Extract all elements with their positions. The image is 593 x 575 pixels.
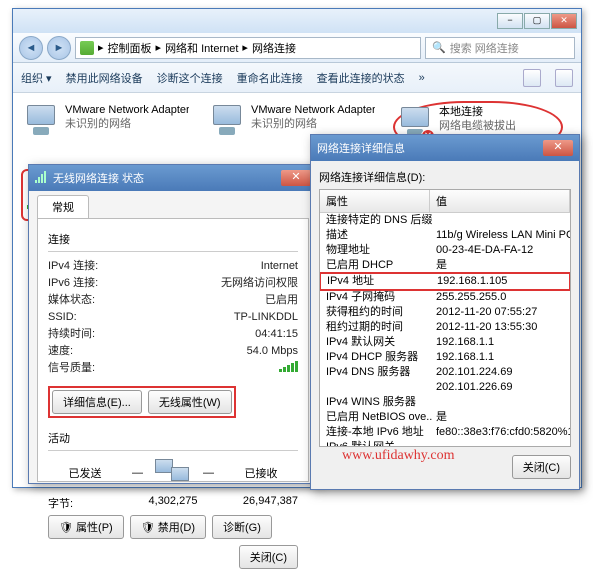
search-input[interactable]: 🔍搜索 网络连接	[425, 37, 575, 59]
disable-button[interactable]: 🛡 禁用(D)	[130, 515, 206, 539]
view-status-button[interactable]: 查看此连接的状态	[317, 70, 405, 86]
list-item[interactable]: IPv6 默认网关	[320, 440, 570, 447]
crumb-network-connections[interactable]: 网络连接	[252, 40, 296, 56]
details-close-button[interactable]: ✕	[543, 140, 573, 156]
list-item[interactable]: IPv4 WINS 服务器	[320, 395, 570, 410]
bytes-recv: 26,947,387	[215, 495, 298, 511]
details-label: 网络连接详细信息(D):	[319, 169, 571, 185]
status-titlebar: 无线网络连接 状态 ✕	[29, 165, 317, 191]
titlebar: − ▢ ✕	[13, 9, 581, 33]
sent-label: 已发送	[48, 465, 122, 481]
status-close-button[interactable]: ✕	[281, 170, 311, 186]
list-item[interactable]: IPv4 DHCP 服务器192.168.1.1	[320, 350, 570, 365]
more-button[interactable]: »	[419, 72, 425, 84]
adapter-vmnet1[interactable]: VMware Network Adapter VMnet1未识别的网络	[21, 101, 191, 153]
crumb-control-panel[interactable]: 控制面板	[108, 40, 152, 56]
search-placeholder: 搜索 网络连接	[450, 40, 519, 56]
crumb-network-internet[interactable]: 网络和 Internet	[165, 40, 238, 56]
connection-details-dialog: 网络连接详细信息 ✕ 网络连接详细信息(D): 属性值 连接特定的 DNS 后缀…	[310, 134, 580, 490]
list-item[interactable]: 连接特定的 DNS 后缀	[320, 213, 570, 228]
diagnose-button[interactable]: 诊断(G)	[212, 515, 272, 539]
diagnose-button[interactable]: 诊断这个连接	[157, 70, 223, 86]
help-icon[interactable]	[555, 69, 573, 87]
details-title: 网络连接详细信息	[317, 140, 405, 156]
breadcrumb[interactable]: ▸控制面板 ▸网络和 Internet ▸网络连接	[75, 37, 421, 59]
list-item[interactable]: 已启用 NetBIOS ove...是	[320, 410, 570, 425]
activity-heading: 活动	[48, 430, 298, 446]
list-item[interactable]: 202.101.226.69	[320, 380, 570, 395]
recv-label: 已接收	[224, 465, 298, 481]
details-titlebar: 网络连接详细信息 ✕	[311, 135, 579, 161]
properties-button[interactable]: 🛡 属性(P)	[48, 515, 124, 539]
navbar: ◄ ► ▸控制面板 ▸网络和 Internet ▸网络连接 🔍搜索 网络连接	[13, 33, 581, 63]
activity-icon	[153, 457, 193, 489]
details-button-row: 详细信息(E)... 无线属性(W)	[48, 386, 236, 418]
tab-general[interactable]: 常规	[37, 195, 89, 218]
toolbar: 组织 ▾ 禁用此网络设备 诊断这个连接 重命名此连接 查看此连接的状态 »	[13, 63, 581, 93]
rename-button[interactable]: 重命名此连接	[237, 70, 303, 86]
list-item[interactable]: 物理地址00-23-4E-DA-FA-12	[320, 243, 570, 258]
list-item[interactable]: 租约过期的时间2012-11-20 13:55:30	[320, 320, 570, 335]
status-close-btn[interactable]: 关闭(C)	[239, 545, 298, 569]
signal-bars-icon	[279, 360, 298, 372]
minimize-button[interactable]: −	[497, 13, 523, 29]
list-item[interactable]: IPv4 DNS 服务器202.101.224.69	[320, 365, 570, 380]
col-property[interactable]: 属性	[320, 190, 430, 212]
connection-heading: 连接	[48, 231, 298, 247]
status-title: 无线网络连接 状态	[53, 170, 144, 186]
list-item[interactable]: IPv4 子网掩码255.255.255.0	[320, 290, 570, 305]
bytes-label: 字节:	[48, 495, 131, 511]
control-panel-icon	[80, 41, 94, 55]
details-button[interactable]: 详细信息(E)...	[52, 390, 142, 414]
disable-device-button[interactable]: 禁用此网络设备	[66, 70, 143, 86]
bytes-sent: 4,302,275	[131, 495, 214, 511]
list-item[interactable]: 已启用 DHCP是	[320, 258, 570, 273]
close-button[interactable]: ✕	[551, 13, 577, 29]
list-item[interactable]: IPv4 地址192.168.1.105	[319, 272, 571, 291]
list-item[interactable]: 连接-本地 IPv6 地址fe80::38e3:f76:cfd0:5820%13	[320, 425, 570, 440]
list-item[interactable]: IPv4 默认网关192.168.1.1	[320, 335, 570, 350]
list-item[interactable]: 获得租约的时间2012-11-20 07:55:27	[320, 305, 570, 320]
maximize-button[interactable]: ▢	[524, 13, 550, 29]
col-value[interactable]: 值	[430, 190, 570, 212]
view-icon[interactable]	[523, 69, 541, 87]
organize-button[interactable]: 组织 ▾	[21, 70, 52, 86]
wireless-props-button[interactable]: 无线属性(W)	[148, 390, 232, 414]
signal-label: 信号质量:	[48, 360, 132, 378]
wifi-icon	[35, 171, 49, 185]
watermark: www.ufidawhy.com	[342, 448, 455, 464]
list-item[interactable]: 描述11b/g Wireless LAN Mini PCI Ex	[320, 228, 570, 243]
back-button[interactable]: ◄	[19, 36, 43, 60]
forward-button[interactable]: ►	[47, 36, 71, 60]
details-close-btn[interactable]: 关闭(C)	[512, 455, 571, 479]
details-listbox[interactable]: 属性值 连接特定的 DNS 后缀描述11b/g Wireless LAN Min…	[319, 189, 571, 447]
wifi-status-dialog: 无线网络连接 状态 ✕ 常规 连接 IPv4 连接:Internet IPv6 …	[28, 164, 318, 484]
